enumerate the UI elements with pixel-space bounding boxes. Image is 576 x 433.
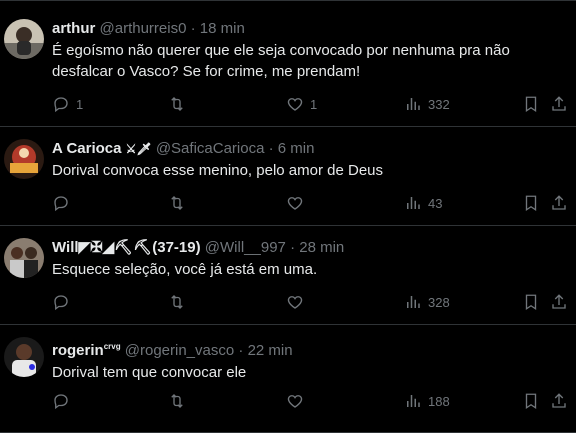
like-button[interactable]: [286, 193, 304, 213]
display-name[interactable]: A Carioca: [52, 140, 121, 157]
display-name[interactable]: Will: [52, 239, 79, 256]
views-count: 332: [428, 96, 450, 112]
tweet-header: Will◤✠◢⛏⛏(37-19) @Will__997 · 28 min: [52, 238, 566, 258]
retweet-button[interactable]: [168, 193, 186, 213]
reply-button[interactable]: [52, 391, 70, 411]
share-button[interactable]: [550, 94, 568, 114]
reply-icon: [54, 196, 68, 212]
reply-icon: [54, 394, 68, 410]
separator: ·: [290, 239, 296, 256]
reply-button[interactable]: [52, 193, 76, 213]
tweet[interactable]: A Carioca ⚔🗡 @SaficaCarioca · 6 min Dori…: [0, 127, 576, 226]
bookmark-button[interactable]: [522, 391, 540, 411]
like-button[interactable]: [286, 391, 304, 411]
share-button[interactable]: [550, 391, 568, 411]
views-icon: [407, 98, 420, 110]
user-handle[interactable]: @SaficaCarioca: [156, 140, 265, 157]
display-name-emoji: ◤✠◢⛏⛏(37-19): [78, 239, 201, 256]
bookmark-button[interactable]: [522, 292, 540, 312]
retweet-icon: [171, 196, 183, 210]
action-bar: 328: [52, 292, 566, 312]
views-button[interactable]: 328: [404, 292, 450, 312]
retweet-button[interactable]: [168, 292, 186, 312]
user-handle[interactable]: @arthurreis0: [100, 20, 187, 37]
timestamp[interactable]: 28 min: [299, 239, 344, 256]
avatar[interactable]: [4, 139, 44, 179]
separator: ·: [268, 140, 274, 157]
separator: ·: [190, 20, 196, 37]
reply-button[interactable]: 1: [52, 94, 83, 114]
display-name-emoji: ⚔🗡: [125, 142, 152, 156]
like-button[interactable]: 1: [286, 94, 317, 114]
action-bar: 1 1 332: [52, 94, 566, 114]
display-name[interactable]: arthur: [52, 20, 95, 37]
reply-count: 1: [76, 96, 84, 112]
views-count: 328: [428, 294, 450, 310]
views-icon: [407, 395, 420, 407]
tweet-header: A Carioca ⚔🗡 @SaficaCarioca · 6 min: [52, 139, 566, 159]
bookmark-icon: [525, 96, 537, 113]
like-icon: [287, 197, 303, 210]
avatar[interactable]: [4, 337, 44, 377]
display-name-suffix: crvg: [103, 342, 121, 351]
like-count: 1: [310, 96, 318, 112]
views-count: 43: [428, 195, 443, 211]
tweet[interactable]: arthur @arthurreis0 · 18 min É egoísmo n…: [0, 1, 576, 127]
views-button[interactable]: 188: [404, 391, 450, 411]
bookmark-button[interactable]: [522, 193, 540, 213]
tweet-header: rogerincrvg @rogerin_vasco · 22 min: [52, 337, 566, 361]
bookmark-button[interactable]: [522, 94, 540, 114]
share-icon: [552, 393, 566, 408]
share-icon: [552, 294, 566, 309]
tweet-text: Esquece seleção, você já está em uma.: [52, 261, 318, 278]
user-handle[interactable]: @rogerin_vasco: [125, 342, 234, 359]
tweet[interactable]: rogerincrvg @rogerin_vasco · 22 min Dori…: [0, 325, 576, 433]
tweet-text: Dorival convoca esse menino, pelo amor d…: [52, 162, 384, 179]
share-button[interactable]: [550, 193, 568, 213]
share-icon: [552, 96, 566, 111]
tweet-text: É egoísmo não querer que ele seja convoc…: [52, 42, 510, 80]
retweet-icon: [171, 97, 183, 111]
timeline: arthur @arthurreis0 · 18 min É egoísmo n…: [0, 0, 576, 433]
views-button[interactable]: 332: [404, 94, 450, 114]
like-icon: [287, 395, 303, 408]
display-name[interactable]: rogerin: [52, 342, 104, 359]
views-icon: [407, 197, 420, 209]
separator: ·: [238, 342, 244, 359]
reply-icon: [54, 295, 68, 311]
share-button[interactable]: [550, 292, 568, 312]
views-button[interactable]: 43: [404, 193, 442, 213]
share-icon: [552, 195, 566, 210]
retweet-button[interactable]: [168, 391, 186, 411]
avatar[interactable]: [4, 238, 44, 278]
bookmark-icon: [525, 195, 537, 212]
reply-icon: [54, 97, 68, 113]
action-bar: 188: [52, 391, 566, 411]
retweet-button[interactable]: [168, 94, 186, 114]
bookmark-icon: [525, 393, 537, 410]
like-icon: [287, 98, 303, 111]
retweet-icon: [171, 295, 183, 309]
views-icon: [407, 296, 420, 308]
timestamp[interactable]: 18 min: [200, 20, 245, 37]
retweet-icon: [171, 394, 183, 408]
user-handle[interactable]: @Will__997: [205, 239, 286, 256]
timestamp[interactable]: 6 min: [278, 140, 315, 157]
views-count: 188: [428, 393, 450, 409]
like-icon: [287, 296, 303, 309]
tweet-header: arthur @arthurreis0 · 18 min: [52, 19, 566, 39]
timestamp[interactable]: 22 min: [248, 342, 293, 359]
bookmark-icon: [525, 294, 537, 311]
action-bar: 43: [52, 193, 566, 213]
avatar[interactable]: [4, 19, 44, 59]
tweet-text: Dorival tem que convocar ele: [52, 364, 247, 381]
like-button[interactable]: [286, 292, 304, 312]
tweet[interactable]: Will◤✠◢⛏⛏(37-19) @Will__997 · 28 min Esq…: [0, 226, 576, 325]
reply-button[interactable]: [52, 292, 70, 312]
